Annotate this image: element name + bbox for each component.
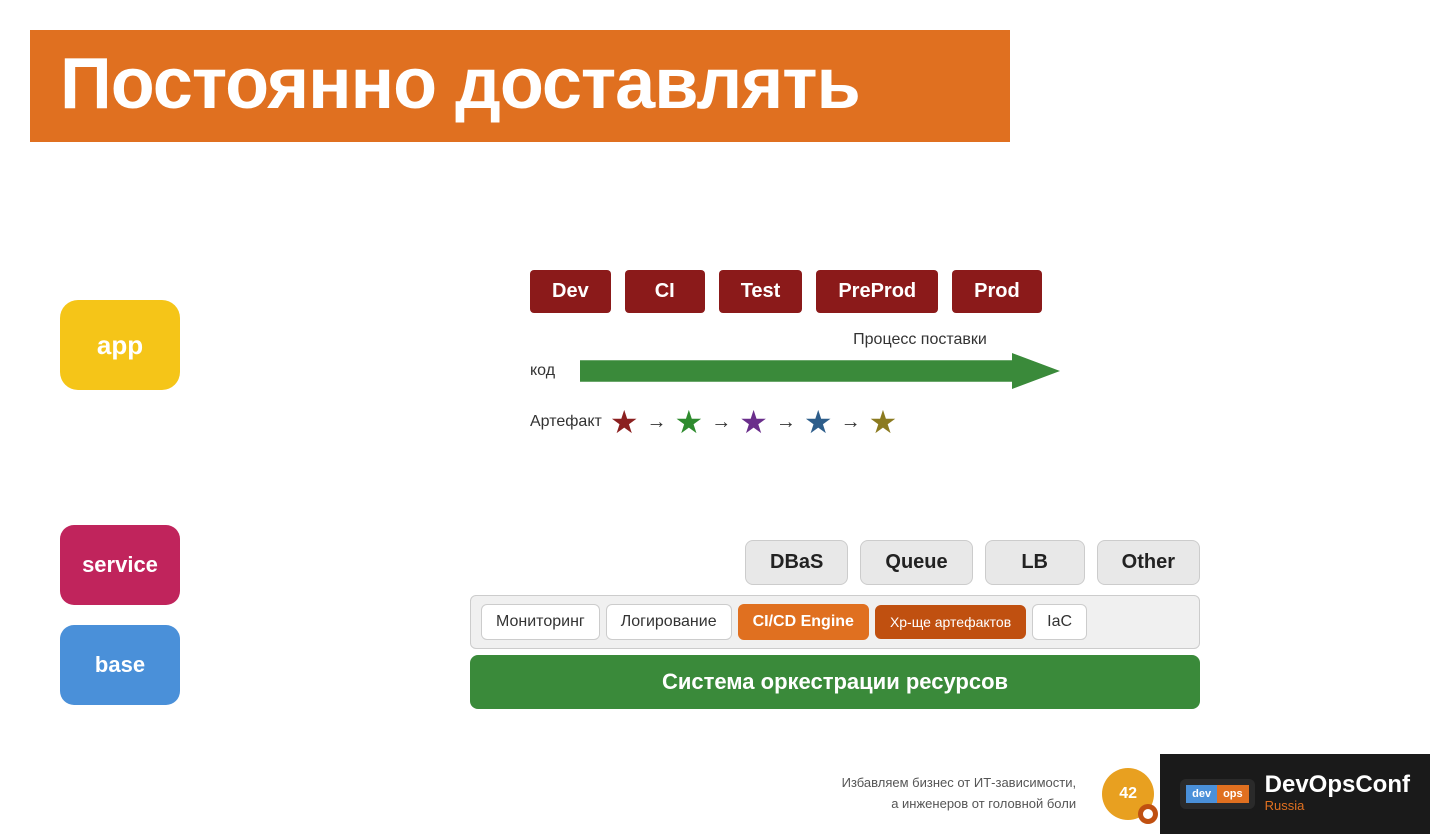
arrow-3: → [776,411,796,434]
artifact-row: Артефакт ★ → ★ → ★ → ★ → ★ [530,403,1190,441]
orchestration-bar: Система оркестрации ресурсов [470,655,1200,709]
diagram-area: Dev CI Test PreProd Prod Процесс поставк… [470,270,1190,441]
base-box: base [60,625,180,705]
star-4: ★ [804,403,833,441]
left-column: app [60,300,180,390]
footer-devops: dev ops DevOpsConf Russia [1160,754,1430,834]
header-banner: Постоянно доставлять [30,30,1010,142]
pipeline-stages: Dev CI Test PreProd Prod [530,270,1190,313]
star-3: ★ [739,403,768,441]
tool-iac: IaC [1032,604,1087,640]
svc-queue: Queue [860,540,972,585]
stage-ci: CI [625,270,705,313]
star-5: ★ [869,403,898,441]
badge-42: 42 [1102,768,1154,820]
stage-test: Test [719,270,803,313]
arrow-4: → [841,411,861,434]
footer: Избавляем бизнес от ИТ-зависимости, а ин… [822,754,1430,834]
green-arrow-visual [580,353,1060,389]
service-boxes-row: DBaS Queue LB Other [470,540,1200,585]
star-2: ★ [675,403,704,441]
tool-cicd: CI/CD Engine [738,604,869,640]
artifact-label: Артефакт [530,413,602,431]
delivery-arrow [580,353,1190,389]
arrow-2: → [711,411,731,434]
stage-preprod: PreProd [816,270,938,313]
svc-lb: LB [985,540,1085,585]
star-1: ★ [610,403,639,441]
arrow-1: → [647,411,667,434]
service-box: service [60,525,180,605]
footer-line1: Избавляем бизнес от ИТ-зависимости, [842,773,1076,794]
svc-dbas: DBaS [745,540,848,585]
devops-logo: dev ops [1180,779,1255,809]
devops-text: DevOpsConf Russia [1265,773,1410,815]
stage-prod: Prod [952,270,1042,313]
tool-monitoring: Мониторинг [481,604,600,640]
bottom-section: DBaS Queue LB Other Мониторинг Логирован… [470,540,1200,709]
footer-text-area: Избавляем бизнес от ИТ-зависимости, а ин… [822,754,1096,834]
stars-row: ★ → ★ → ★ → ★ → ★ [610,403,1190,441]
devops-conf-label: DevOpsConf [1265,773,1410,797]
tool-logging: Логирование [606,604,732,640]
devops-russia-label: Russia [1265,797,1410,815]
badge-number: 42 [1119,785,1137,803]
svc-other: Other [1097,540,1200,585]
stage-dev: Dev [530,270,611,313]
tools-row: Мониторинг Логирование CI/CD Engine Хр-щ… [470,595,1200,649]
left-lower-column: service base [60,525,180,705]
kod-label: код [530,362,570,380]
footer-line2: а инженеров от головной боли [842,794,1076,815]
page-title: Постоянно доставлять [60,48,980,120]
app-box: app [60,300,180,390]
tool-artifacts: Хр-ще артефактов [875,605,1026,639]
delivery-row: Процесс поставки код [530,331,1190,389]
delivery-label: Процесс поставки [650,331,1190,349]
